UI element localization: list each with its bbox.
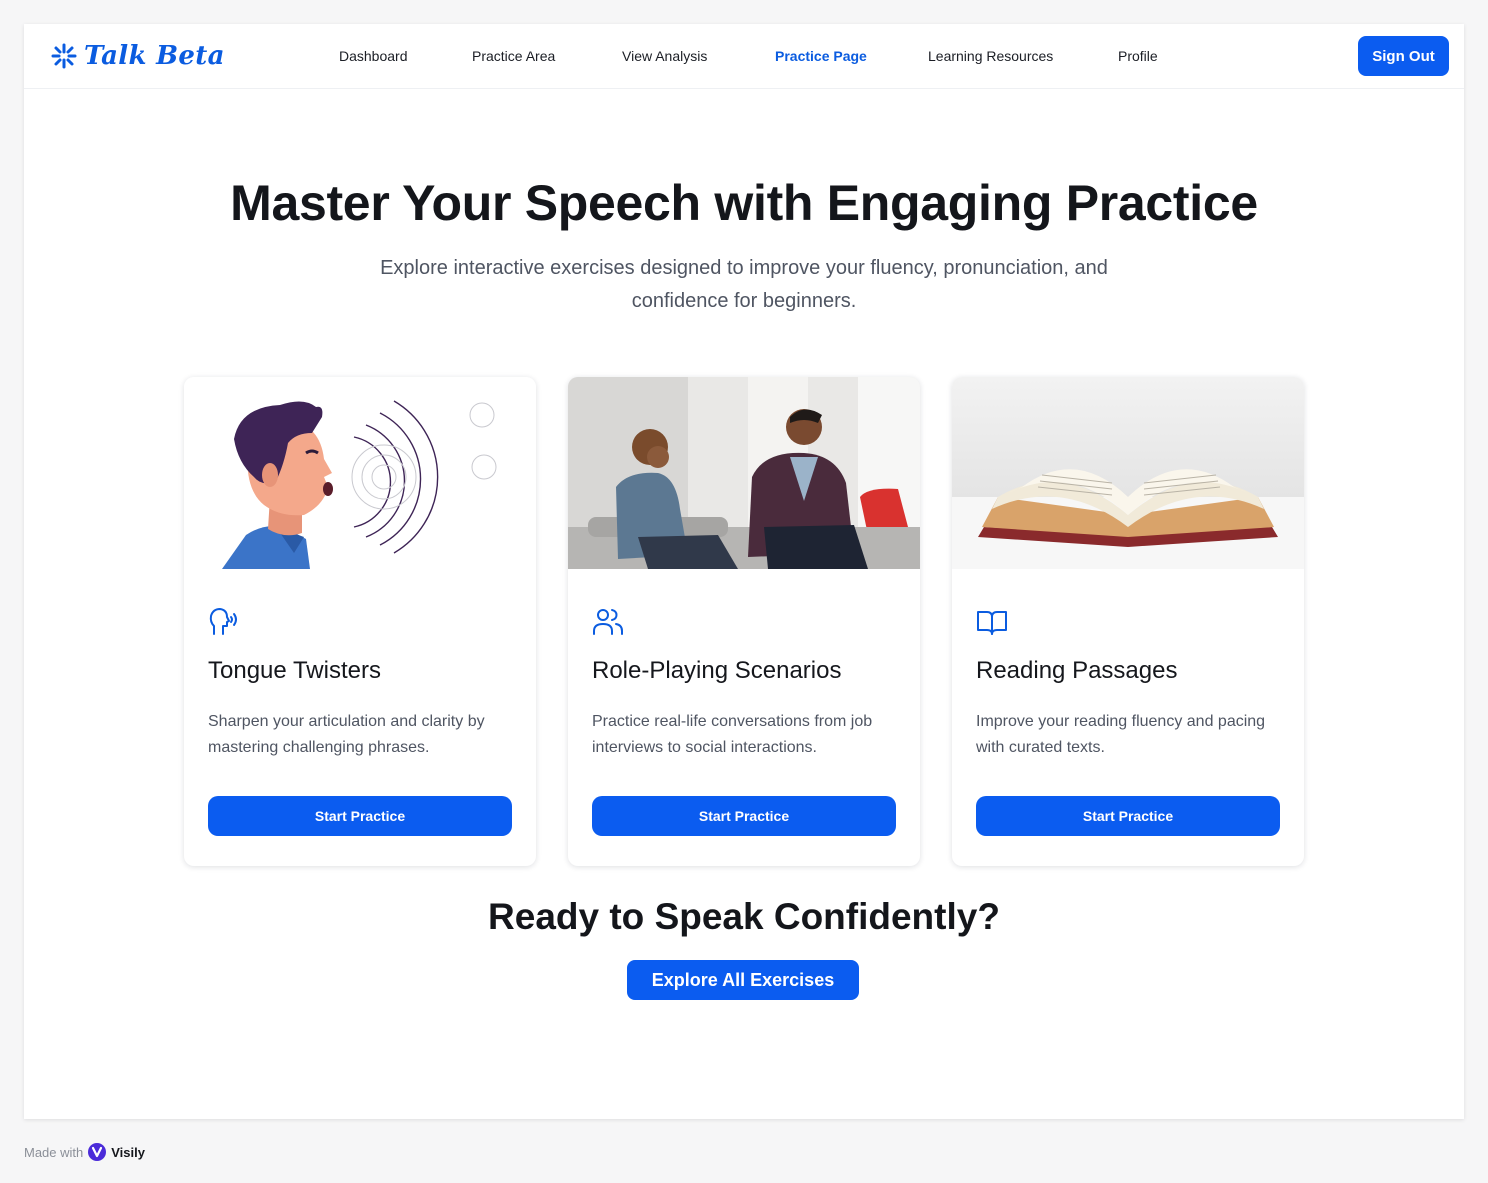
visily-name: Visily xyxy=(111,1144,145,1160)
tongue-twister-illustration xyxy=(184,377,536,569)
users-icon xyxy=(593,609,623,635)
exercise-card-tongue-twisters: Tongue Twisters Sharpen your articulatio… xyxy=(184,377,536,866)
page-subtitle: Explore interactive exercises designed t… xyxy=(380,257,1108,312)
asterisk-burst-icon xyxy=(51,43,77,69)
made-with-badge[interactable]: Made with Visily xyxy=(24,1142,145,1162)
start-practice-button[interactable]: Start Practice xyxy=(592,796,896,836)
open-book-photo xyxy=(952,377,1304,569)
sign-out-button[interactable]: Sign Out xyxy=(1358,36,1449,76)
start-practice-button[interactable]: Start Practice xyxy=(208,796,512,836)
nav-practice-page[interactable]: Practice Page xyxy=(775,48,867,64)
card-title: Reading Passages xyxy=(976,657,1178,684)
brand-logo[interactable]: Talk Beta xyxy=(50,38,225,74)
exercise-card-role-playing: Role-Playing Scenarios Practice real-lif… xyxy=(568,377,920,866)
card-description: Sharpen your articulation and clarity by… xyxy=(208,713,485,756)
made-with-label: Made with xyxy=(24,1144,84,1160)
exercise-card-reading-passages: Reading Passages Improve your reading fl… xyxy=(952,377,1304,866)
open-book-icon xyxy=(977,611,1007,635)
nav-dashboard[interactable]: Dashboard xyxy=(339,48,408,64)
card-title: Tongue Twisters xyxy=(208,657,381,684)
start-practice-button[interactable]: Start Practice xyxy=(976,796,1280,836)
card-description: Improve your reading fluency and pacing … xyxy=(976,713,1266,756)
card-description: Practice real-life conversations from jo… xyxy=(592,713,873,756)
nav-profile[interactable]: Profile xyxy=(1118,48,1158,64)
app-frame: Talk Beta Dashboard Practice Area View A… xyxy=(24,24,1464,1119)
visily-logo-icon xyxy=(88,1143,107,1161)
top-navbar: Talk Beta Dashboard Practice Area View A… xyxy=(24,24,1464,89)
brand-name: Talk Beta xyxy=(84,41,225,71)
nav-learning-resources[interactable]: Learning Resources xyxy=(928,48,1053,64)
explore-all-exercises-button[interactable]: Explore All Exercises xyxy=(627,960,859,1000)
speaking-head-icon xyxy=(209,608,237,635)
role-play-photo xyxy=(568,377,920,569)
nav-practice-area[interactable]: Practice Area xyxy=(472,48,555,64)
page-title: Master Your Speech with Engaging Practic… xyxy=(230,175,1258,231)
cta-title: Ready to Speak Confidently? xyxy=(488,896,1000,937)
card-title: Role-Playing Scenarios xyxy=(592,657,842,684)
nav-view-analysis[interactable]: View Analysis xyxy=(622,48,707,64)
